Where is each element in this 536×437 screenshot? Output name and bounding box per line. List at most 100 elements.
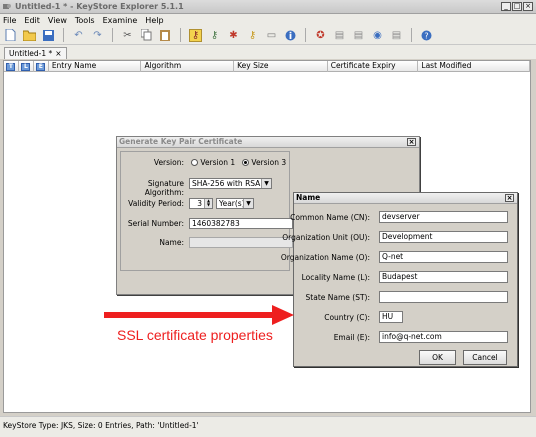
column-expiry-status[interactable]: E	[34, 61, 49, 72]
annotation-label: SSL certificate properties	[117, 327, 273, 343]
organization-name-label: Organization Name (O):	[280, 253, 370, 262]
close-name-dialog-button[interactable]: ×	[505, 194, 514, 202]
version-label: Version:	[153, 158, 184, 167]
redo-icon[interactable]: ↷	[91, 29, 104, 42]
serial-number-field[interactable]: 1460382783	[189, 218, 293, 229]
window-controls: _ □ ×	[501, 2, 533, 11]
version-3-radio[interactable]: Version 3	[242, 158, 286, 167]
version-1-label: Version 1	[200, 158, 236, 167]
toolbar-separator	[305, 28, 306, 42]
chevron-down-icon[interactable]: ▼	[243, 199, 253, 208]
examine-clipboard-icon[interactable]: ▤	[333, 29, 346, 42]
email-row: Email (E): info@q-net.com	[294, 331, 519, 345]
menu-tools[interactable]: Tools	[75, 16, 95, 25]
version-1-radio[interactable]: Version 1	[191, 158, 235, 167]
common-name-field[interactable]: devserver	[379, 211, 508, 223]
locality-name-value: Budapest	[382, 272, 418, 281]
state-name-field[interactable]	[379, 291, 508, 303]
import-key-pair-icon[interactable]: ⚷	[246, 29, 259, 42]
organization-unit-field[interactable]: Development	[379, 231, 508, 243]
chevron-down-icon[interactable]: ▼	[261, 179, 271, 188]
organization-unit-label: Organization Unit (OU):	[282, 233, 370, 242]
common-name-label: Common Name (CN):	[290, 213, 370, 222]
dialog-title: Generate Key Pair Certificate	[119, 137, 243, 146]
column-last-modified[interactable]: Last Modified	[418, 61, 530, 72]
new-icon[interactable]	[4, 29, 17, 42]
locality-name-row: Locality Name (L): Budapest	[294, 271, 519, 285]
name-dialog-title: Name	[296, 193, 321, 202]
cancel-button[interactable]: Cancel	[463, 350, 507, 365]
column-entry-name[interactable]: Entry Name	[49, 61, 142, 72]
menu-file[interactable]: File	[3, 16, 16, 25]
validity-period-label: Validity Period:	[128, 199, 184, 208]
menu-help[interactable]: Help	[145, 16, 163, 25]
column-algorithm[interactable]: Algorithm	[141, 61, 235, 72]
maximize-button[interactable]: □	[512, 2, 522, 11]
country-field[interactable]: HU	[379, 311, 403, 323]
signature-algorithm-label: Signature Algorithm:	[144, 179, 184, 197]
country-label: Country (C):	[324, 313, 370, 322]
serial-number-label: Serial Number:	[127, 219, 184, 228]
organization-name-field[interactable]: Q-net	[379, 251, 508, 263]
toolbar-separator	[411, 28, 412, 42]
examine-crl-icon[interactable]: ▤	[390, 29, 403, 42]
validity-unit-select[interactable]: Year(s) ▼	[216, 198, 254, 209]
organization-unit-value: Development	[382, 232, 433, 241]
expiry-icon: E	[36, 62, 46, 71]
column-lock-status[interactable]: L	[19, 61, 34, 72]
window-title: Untitled-1 * - KeyStore Explorer 5.1.1	[15, 2, 184, 11]
generate-key-pair-icon[interactable]: ⚷	[189, 28, 202, 42]
radio-icon	[191, 158, 198, 166]
lock-icon: L	[21, 62, 31, 71]
dialog-title-bar: Generate Key Pair Certificate ×	[117, 137, 419, 148]
locality-name-label: Locality Name (L):	[301, 273, 370, 282]
cut-icon[interactable]: ✂	[121, 29, 134, 42]
column-entry-type[interactable]: T	[4, 61, 19, 72]
version-3-label: Version 3	[251, 158, 287, 167]
menu-examine[interactable]: Examine	[103, 16, 138, 25]
tab-untitled-1[interactable]: Untitled-1 * ×	[4, 47, 67, 59]
annotation-arrow-icon	[104, 305, 294, 325]
import-trusted-certificate-icon[interactable]: ✱	[227, 29, 240, 42]
generate-secret-key-icon[interactable]: ⚷	[208, 29, 221, 42]
set-password-icon[interactable]: ▭	[265, 29, 278, 42]
tab-close-icon[interactable]: ×	[55, 48, 61, 59]
name-dialog: Name × Common Name (CN): devserver Organ…	[281, 192, 519, 367]
menu-view[interactable]: View	[48, 16, 67, 25]
examine-ssl-icon[interactable]: ▤	[352, 29, 365, 42]
tab-label: Untitled-1 *	[9, 49, 53, 58]
radio-selected-icon	[242, 158, 249, 166]
copy-icon[interactable]	[140, 29, 153, 42]
undo-icon[interactable]: ↶	[72, 29, 85, 42]
examine-csr-icon[interactable]: ◉	[371, 29, 384, 42]
validity-period-spinner[interactable]: 3 ▲ ▼	[189, 198, 213, 209]
close-window-button[interactable]: ×	[523, 2, 533, 11]
ok-button[interactable]: OK	[419, 350, 456, 365]
column-key-size[interactable]: Key Size	[234, 61, 328, 72]
save-icon[interactable]	[42, 29, 55, 42]
common-name-row: Common Name (CN): devserver	[290, 211, 519, 225]
minimize-button[interactable]: _	[501, 2, 511, 11]
column-certificate-expiry[interactable]: Certificate Expiry	[328, 61, 419, 72]
signature-algorithm-select[interactable]: SHA-256 with RSA ▼	[189, 178, 272, 189]
toolbar: ↶ ↷ ✂ ⚷ ⚷ ✱ ⚷ ▭ ✪ ▤ ▤ ◉ ▤ ?	[0, 26, 536, 45]
menu-edit[interactable]: Edit	[24, 16, 40, 25]
type-icon: T	[6, 62, 16, 71]
email-label: Email (E):	[333, 333, 370, 342]
open-icon[interactable]	[23, 29, 36, 42]
toolbar-separator	[112, 28, 113, 42]
properties-icon[interactable]	[284, 29, 297, 42]
close-dialog-button[interactable]: ×	[407, 138, 416, 146]
locality-name-field[interactable]: Budapest	[379, 271, 508, 283]
email-field[interactable]: info@q-net.com	[379, 331, 508, 343]
status-bar: KeyStore Type: JKS, Size: 0 Entries, Pat…	[0, 416, 536, 437]
spinner-arrows-icon[interactable]: ▲ ▼	[204, 199, 212, 208]
serial-number-value: 1460382783	[192, 219, 240, 228]
organization-name-row: Organization Name (O): Q-net	[281, 251, 519, 265]
paste-icon[interactable]	[159, 29, 172, 42]
state-name-label: State Name (ST):	[305, 293, 370, 302]
help-icon[interactable]: ?	[420, 29, 433, 42]
state-name-row: State Name (ST):	[294, 291, 519, 305]
examine-file-icon[interactable]: ✪	[314, 29, 327, 42]
name-field[interactable]	[189, 237, 293, 248]
